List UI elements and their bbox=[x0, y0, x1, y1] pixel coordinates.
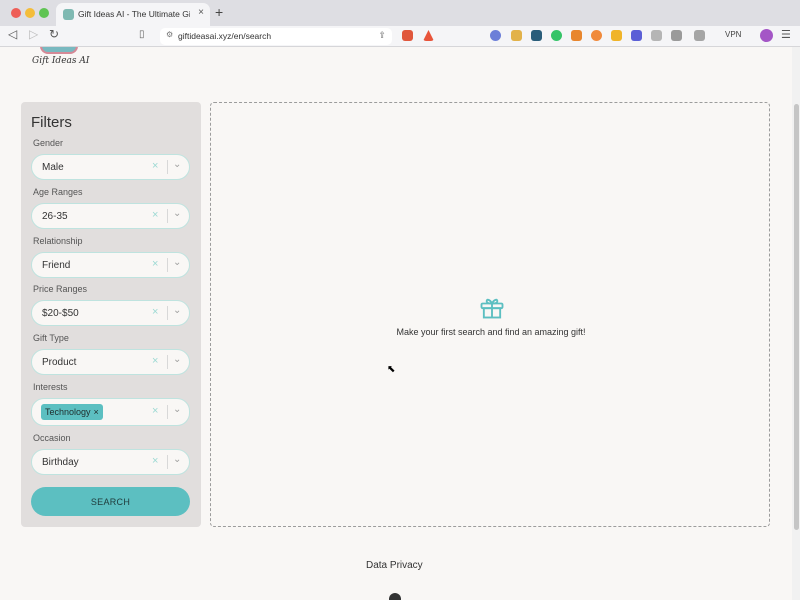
interests-multiselect[interactable]: Technology × × ⌄ bbox=[31, 398, 190, 426]
browser-window: Gift Ideas AI - The Ultimate Gift × + ◁ … bbox=[0, 0, 800, 600]
extensions-puzzle-icon[interactable] bbox=[651, 30, 662, 41]
clear-icon[interactable]: × bbox=[152, 405, 158, 417]
gender-label: Gender bbox=[33, 138, 64, 148]
site-info-icon[interactable]: ⚙ bbox=[166, 30, 173, 39]
interest-tag-label: Technology bbox=[45, 407, 91, 417]
age-range-select[interactable]: 26-35 × ⌄ bbox=[31, 203, 190, 229]
browser-toolbar: ◁ ▷ ↻ ▯ ⚙ giftideasai.xyz/en/search ⇪ VP… bbox=[0, 26, 800, 47]
select-divider bbox=[167, 160, 168, 174]
extension-icon-6[interactable] bbox=[611, 30, 622, 41]
metamask-icon[interactable] bbox=[571, 30, 582, 41]
occasion-label: Occasion bbox=[33, 433, 71, 443]
price-range-select[interactable]: $20-$50 × ⌄ bbox=[31, 300, 190, 326]
search-button[interactable]: SEARCH bbox=[31, 487, 190, 516]
clear-icon[interactable]: × bbox=[152, 160, 158, 172]
clear-icon[interactable]: × bbox=[152, 355, 158, 367]
select-value: Product bbox=[42, 357, 77, 368]
select-value: 26-35 bbox=[42, 211, 68, 222]
gift-type-select[interactable]: Product × ⌄ bbox=[31, 349, 190, 375]
gift-favicon-icon bbox=[63, 9, 74, 20]
select-divider bbox=[167, 306, 168, 320]
clear-icon[interactable]: × bbox=[152, 306, 158, 318]
select-divider bbox=[167, 355, 168, 369]
close-window-button[interactable] bbox=[11, 8, 21, 18]
scrollbar-thumb[interactable] bbox=[794, 104, 799, 530]
filters-panel: Filters Gender Male × ⌄ Age Ranges 26-35… bbox=[21, 102, 201, 527]
price-ranges-label: Price Ranges bbox=[33, 284, 88, 294]
reload-icon[interactable]: ↻ bbox=[49, 27, 59, 41]
interests-label: Interests bbox=[33, 382, 68, 392]
select-value: $20-$50 bbox=[42, 308, 79, 319]
select-value: Birthday bbox=[42, 457, 79, 468]
chevron-down-icon[interactable]: ⌄ bbox=[173, 454, 181, 465]
chevron-down-icon[interactable]: ⌄ bbox=[173, 404, 181, 415]
site-logo-text[interactable]: Gift Ideas AI bbox=[32, 56, 89, 66]
chevron-down-icon[interactable]: ⌄ bbox=[173, 354, 181, 365]
data-privacy-link[interactable]: Data Privacy bbox=[366, 560, 423, 571]
clear-icon[interactable]: × bbox=[152, 455, 158, 467]
results-area: Make your first search and find an amazi… bbox=[210, 102, 770, 527]
select-value: Male bbox=[42, 162, 64, 173]
url-text[interactable]: giftideasai.xyz/en/search bbox=[178, 31, 271, 41]
page-content: Gift Ideas AI Filters Gender Male × ⌄ Ag… bbox=[0, 47, 792, 600]
chevron-down-icon[interactable]: ⌄ bbox=[173, 305, 181, 316]
chevron-down-icon[interactable]: ⌄ bbox=[173, 159, 181, 170]
gift-type-label: Gift Type bbox=[33, 333, 69, 343]
tab-bar: Gift Ideas AI - The Ultimate Gift × + bbox=[0, 0, 800, 26]
forward-icon[interactable]: ▷ bbox=[29, 27, 38, 41]
bookmark-icon[interactable]: ▯ bbox=[139, 29, 145, 40]
menu-icon[interactable]: ☰ bbox=[781, 28, 791, 41]
interest-tag[interactable]: Technology × bbox=[41, 404, 103, 420]
gift-icon bbox=[480, 298, 504, 319]
gender-select[interactable]: Male × ⌄ bbox=[31, 154, 190, 180]
twitter-icon[interactable] bbox=[389, 593, 401, 600]
extension-icon-1[interactable] bbox=[490, 30, 501, 41]
profile-avatar[interactable] bbox=[760, 29, 773, 42]
select-divider bbox=[167, 258, 168, 272]
extension-icon-5[interactable] bbox=[591, 30, 602, 41]
address-bar[interactable]: ⚙ giftideasai.xyz/en/search ⇪ bbox=[160, 28, 392, 45]
empty-state-message: Make your first search and find an amazi… bbox=[396, 327, 586, 337]
occasion-select[interactable]: Birthday × ⌄ bbox=[31, 449, 190, 475]
select-value: Friend bbox=[42, 260, 71, 271]
relationship-select[interactable]: Friend × ⌄ bbox=[31, 252, 190, 278]
vpn-button[interactable]: VPN bbox=[725, 30, 741, 39]
select-divider bbox=[167, 405, 168, 419]
age-ranges-label: Age Ranges bbox=[33, 187, 83, 197]
extension-icon-2[interactable] bbox=[511, 30, 522, 41]
select-divider bbox=[167, 455, 168, 469]
maximize-window-button[interactable] bbox=[39, 8, 49, 18]
select-divider bbox=[167, 209, 168, 223]
back-icon[interactable]: ◁ bbox=[8, 27, 17, 41]
extension-icon-4[interactable] bbox=[551, 30, 562, 41]
share-icon[interactable]: ⇪ bbox=[378, 30, 386, 41]
brave-shield-icon[interactable] bbox=[402, 30, 413, 41]
filters-title: Filters bbox=[31, 114, 72, 131]
new-tab-button[interactable]: + bbox=[215, 4, 223, 20]
clear-icon[interactable]: × bbox=[152, 209, 158, 221]
extension-icon-7[interactable] bbox=[631, 30, 642, 41]
remove-tag-icon[interactable]: × bbox=[94, 407, 99, 417]
wallet-icon[interactable] bbox=[694, 30, 705, 41]
chevron-down-icon[interactable]: ⌄ bbox=[173, 208, 181, 219]
relationship-label: Relationship bbox=[33, 236, 83, 246]
tab-close-icon[interactable]: × bbox=[198, 7, 204, 18]
browser-tab[interactable]: Gift Ideas AI - The Ultimate Gift × bbox=[56, 3, 210, 26]
chevron-down-icon[interactable]: ⌄ bbox=[173, 257, 181, 268]
gift-logo-icon[interactable] bbox=[40, 47, 78, 54]
minimize-window-button[interactable] bbox=[25, 8, 35, 18]
extension-icon-3[interactable] bbox=[531, 30, 542, 41]
tab-title: Gift Ideas AI - The Ultimate Gift bbox=[78, 9, 190, 19]
clear-icon[interactable]: × bbox=[152, 258, 158, 270]
mouse-cursor-icon: ⬉ bbox=[387, 364, 396, 375]
brave-rewards-icon[interactable] bbox=[423, 30, 434, 41]
sidebar-toggle-icon[interactable] bbox=[671, 30, 682, 41]
